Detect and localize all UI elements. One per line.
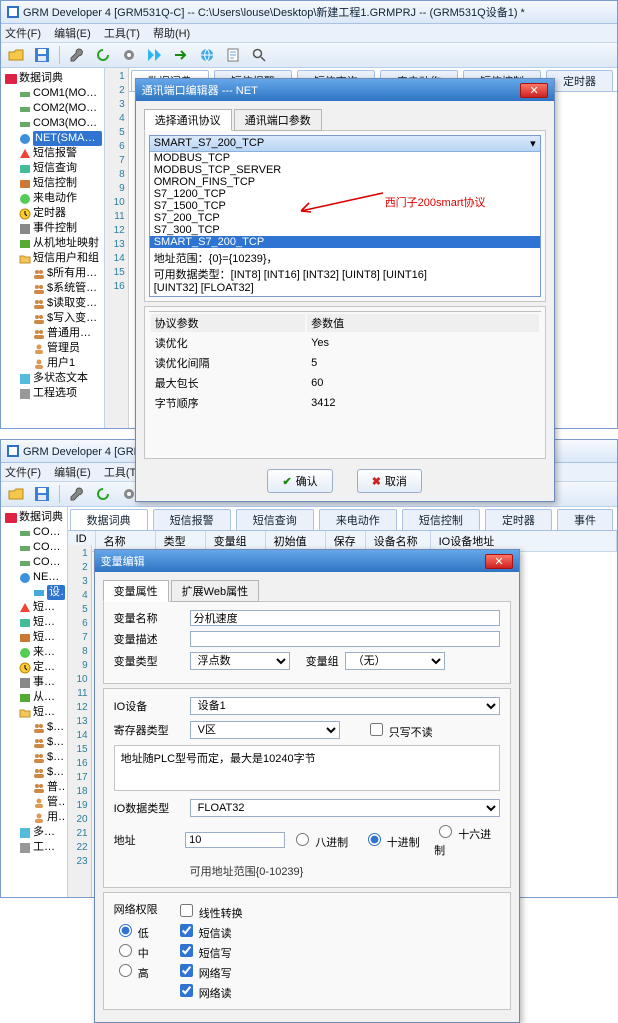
alarm-icon — [19, 148, 31, 160]
chk-linear[interactable]: 线性转换 — [176, 901, 243, 921]
user-icon — [33, 358, 45, 370]
wrench-icon[interactable] — [66, 45, 88, 65]
app-icon — [7, 6, 19, 18]
address-range: 可用地址范围{0-10239} — [190, 863, 500, 879]
dialog-title: 变量编辑 — [101, 553, 145, 569]
users-icon — [33, 268, 45, 280]
tree-device[interactable]: 设备1 — [47, 585, 65, 600]
perm-high[interactable]: 高 — [114, 961, 158, 981]
register-type-select[interactable]: V区 — [190, 721, 340, 739]
io-datatype-select[interactable]: FLOAT32 — [190, 799, 500, 817]
menu-file[interactable]: 文件(F) — [5, 28, 41, 40]
open-icon[interactable] — [5, 484, 27, 504]
port-icon — [19, 88, 31, 100]
app-window-2: GRM Developer 4 [GRM531Q-C] -- C:\Users\… — [0, 439, 618, 898]
refresh-icon[interactable] — [92, 484, 114, 504]
menu-bar[interactable]: 文件(F) 编辑(E) 工具(T) 帮助(H) — [1, 24, 617, 43]
toolbar — [1, 43, 617, 68]
nav-tree[interactable]: 数据词典 COM1(MODBUS_RTU) COM2(MODBUS_RTU) C… — [1, 68, 105, 428]
arrow-icon[interactable] — [170, 45, 192, 65]
chk-net-read[interactable]: 网络读 — [176, 981, 243, 1001]
globe-icon[interactable] — [196, 45, 218, 65]
address-note: 地址随PLC型号而定，最大是10240字节 — [114, 745, 500, 791]
var-group-select[interactable]: （无） — [345, 652, 445, 670]
open-icon[interactable] — [5, 45, 27, 65]
perm-mid[interactable]: 中 — [114, 941, 158, 961]
folder-icon — [19, 707, 31, 719]
menu-edit[interactable]: 编辑(E) — [54, 28, 91, 40]
param-table: 协议参数参数值 读优化Yes 读优化间隔5 最大包长60 字节顺序3412 — [149, 311, 541, 414]
close-icon[interactable]: ✕ — [485, 554, 512, 569]
users-icon — [33, 283, 45, 295]
var-desc-input[interactable] — [190, 631, 500, 647]
address-input[interactable] — [185, 832, 285, 848]
tree-net[interactable]: NET(SMART_S7_200_TCP — [33, 131, 102, 146]
close-icon[interactable]: ✕ — [520, 83, 547, 98]
query-icon — [19, 163, 31, 175]
cancel-button[interactable]: ✖取消 — [357, 469, 422, 493]
timer-icon — [19, 208, 31, 220]
users-icon — [33, 313, 45, 325]
port-editor-dialog: 通讯端口编辑器 --- NET ✕ 选择通讯协议 通讯端口参数 SMART_S7… — [135, 78, 555, 502]
write-only-checkbox[interactable]: 只写不读 — [366, 720, 436, 740]
variable-edit-dialog: 变量编辑 ✕ 变量属性 扩展Web属性 变量名称 变量描述 变量类型 浮点数 — [94, 549, 520, 1023]
port-icon — [19, 103, 31, 115]
window-title: GRM Developer 4 [GRM531Q-C] -- C:\Users\… — [23, 4, 525, 20]
chk-net-write[interactable]: 网络写 — [176, 961, 243, 981]
row-gutter: 12345678910111213141516 — [105, 68, 129, 428]
search-icon[interactable] — [248, 45, 270, 65]
net-icon — [19, 133, 31, 145]
user-icon — [33, 343, 45, 355]
dialog-tabs[interactable]: 变量属性 扩展Web属性 — [103, 580, 511, 602]
users-icon — [33, 328, 45, 340]
save-icon[interactable] — [31, 484, 53, 504]
opts-icon — [19, 388, 31, 400]
chevron-down-icon[interactable]: ▾ — [530, 137, 536, 150]
ok-button[interactable]: ✔确认 — [267, 469, 332, 493]
io-device-select[interactable]: 设备1 — [190, 697, 500, 715]
doc-icon[interactable] — [222, 45, 244, 65]
device-icon — [33, 587, 45, 599]
nav-tree[interactable]: 数据词典 COM1(MODBUS_RTU) COM2(MODBUS_RTU) C… — [1, 507, 68, 897]
radix-hex[interactable]: 十六进制 — [434, 822, 500, 858]
radix-decimal[interactable]: 十进制 — [363, 830, 429, 850]
radix-octal[interactable]: 八进制 — [291, 830, 357, 850]
chk-sms-write[interactable]: 短信写 — [176, 941, 243, 961]
ctrl-icon — [19, 178, 31, 190]
users-icon — [33, 298, 45, 310]
map-icon — [19, 238, 31, 250]
gear-icon[interactable] — [118, 45, 140, 65]
save-icon[interactable] — [31, 45, 53, 65]
protocol-dropdown[interactable]: SMART_S7_200_TCP▾ MODBUS_TCP MODBUS_TCP_… — [149, 135, 541, 297]
tree-root[interactable]: 数据词典 — [19, 71, 63, 86]
dialog-title: 通讯端口编辑器 --- NET — [142, 82, 258, 98]
row-gutter: 1234567891011121314151617181920212223 — [68, 545, 92, 897]
refresh-icon[interactable] — [92, 45, 114, 65]
app-window-1: GRM Developer 4 [GRM531Q-C] -- C:\Users\… — [0, 0, 618, 429]
book-icon — [5, 73, 17, 85]
play-icon[interactable] — [144, 45, 166, 65]
main-tabs[interactable]: 数据词典 短信报警 短信查询 来电动作 短信控制 定时器 事件 — [68, 507, 617, 531]
port-icon — [19, 118, 31, 130]
call-icon — [19, 193, 31, 205]
event-icon — [19, 223, 31, 235]
chk-sms-read[interactable]: 短信读 — [176, 921, 243, 941]
folder-icon — [19, 253, 31, 265]
menu-tools[interactable]: 工具(T) — [104, 28, 140, 40]
book-icon — [5, 512, 17, 524]
menu-help[interactable]: 帮助(H) — [153, 28, 190, 40]
title-bar: GRM Developer 4 [GRM531Q-C] -- C:\Users\… — [1, 1, 617, 24]
text-icon — [19, 373, 31, 385]
perm-low[interactable]: 低 — [114, 921, 158, 941]
app-icon — [7, 445, 19, 457]
var-type-select[interactable]: 浮点数 — [190, 652, 290, 670]
protocol-list[interactable]: MODBUS_TCP MODBUS_TCP_SERVER OMRON_FINS_… — [150, 152, 540, 248]
var-name-input[interactable] — [190, 610, 500, 626]
dialog-tabs[interactable]: 选择通讯协议 通讯端口参数 — [144, 109, 546, 131]
wrench-icon[interactable] — [66, 484, 88, 504]
